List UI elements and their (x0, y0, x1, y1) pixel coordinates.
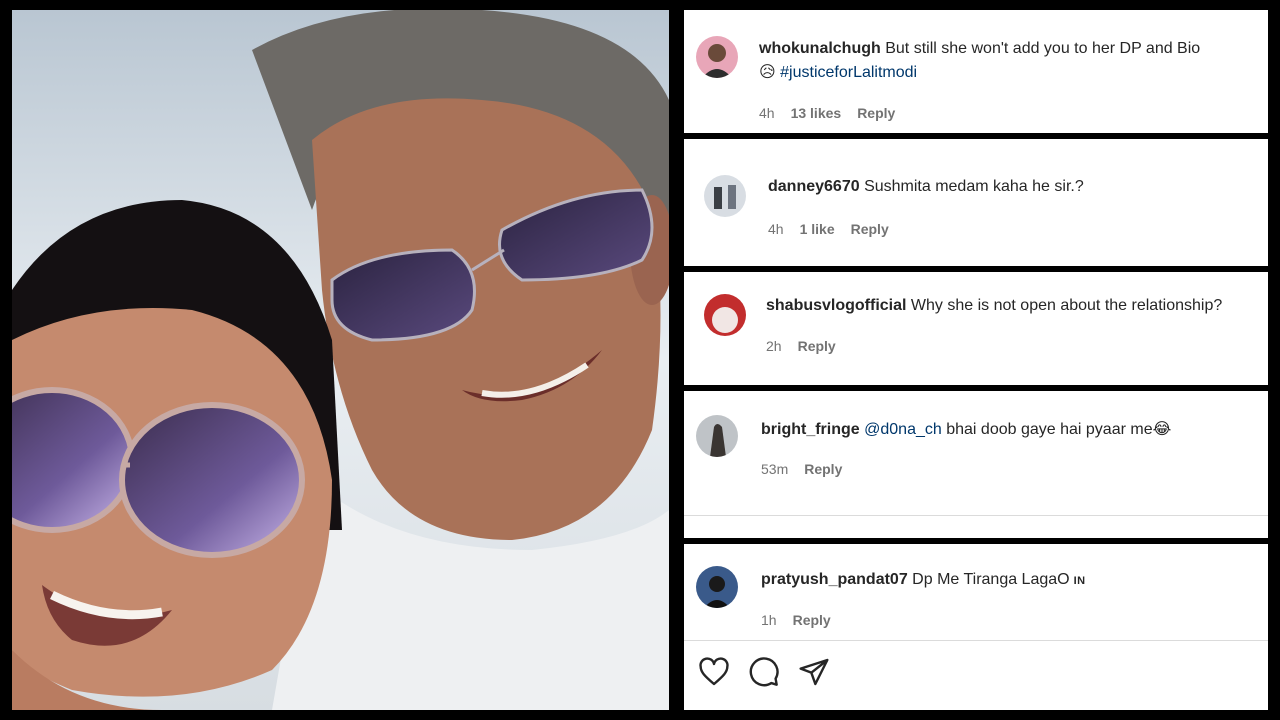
comment-body: But still she won't add you to her DP an… (885, 40, 1201, 57)
sad-emoji-icon: 😥 (759, 62, 776, 81)
avatar[interactable] (704, 175, 746, 217)
comment-body: Why she is not open about the relationsh… (910, 297, 1223, 314)
user-avatar-icon (704, 294, 746, 336)
comment-username[interactable]: bright_fringe (761, 421, 860, 438)
comment-time[interactable]: 2h (766, 338, 782, 354)
user-avatar-icon (704, 175, 746, 217)
comment-card: shabusvlogofficial Why she is not open a… (684, 272, 1268, 385)
comment-username[interactable]: pratyush_pandat07 (761, 571, 908, 588)
comment-time[interactable]: 53m (761, 461, 788, 477)
comment-text: whokunalchugh But still she won't add yo… (759, 37, 1200, 84)
avatar[interactable] (696, 566, 738, 608)
reply-button[interactable]: Reply (793, 612, 831, 628)
comment-body: bhai doob gaye hai pyaar me (946, 421, 1153, 438)
comment-username[interactable]: danney6670 (768, 178, 860, 195)
comment-likes[interactable]: 1 like (800, 221, 835, 237)
hashtag-link[interactable]: #justiceforLalitmodi (780, 64, 917, 81)
reply-button[interactable]: Reply (857, 105, 895, 121)
comment-card: danney6670 Sushmita medam kaha he sir.? … (684, 139, 1268, 266)
comment-likes[interactable]: 13 likes (791, 105, 842, 121)
user-avatar-icon (696, 36, 738, 78)
comment-meta: 1h Reply (761, 612, 831, 628)
comment-icon[interactable] (748, 656, 780, 688)
avatar[interactable] (696, 36, 738, 78)
comment-text: danney6670 Sushmita medam kaha he sir.? (768, 175, 1084, 198)
comment-time[interactable]: 4h (768, 221, 784, 237)
user-avatar-icon (696, 415, 738, 457)
comment-text: shabusvlogofficial Why she is not open a… (766, 294, 1222, 317)
avatar[interactable] (704, 294, 746, 336)
comment-username[interactable]: shabusvlogofficial (766, 297, 906, 314)
reply-button[interactable]: Reply (798, 338, 836, 354)
comment-text: bright_fringe @d0na_ch bhai doob gaye ha… (761, 417, 1171, 441)
comment-meta: 53m Reply (761, 461, 842, 477)
comment-subscript: IN (1073, 575, 1086, 587)
comment-meta: 2h Reply (766, 338, 836, 354)
send-icon[interactable] (798, 656, 830, 688)
comment-time[interactable]: 1h (761, 612, 777, 628)
post-photo (12, 10, 669, 710)
heart-icon[interactable] (698, 656, 730, 688)
comment-username[interactable]: whokunalchugh (759, 40, 881, 57)
avatar[interactable] (696, 415, 738, 457)
divider (684, 515, 1268, 516)
laughing-emoji-icon: 😂 (1152, 419, 1172, 438)
divider (684, 640, 1268, 641)
couple-selfie-image (12, 10, 669, 710)
reply-button[interactable]: Reply (851, 221, 889, 237)
comment-meta: 4h 13 likes Reply (759, 105, 895, 121)
comment-card: whokunalchugh But still she won't add yo… (684, 10, 1268, 133)
post-action-bar (698, 656, 830, 688)
comment-body: Sushmita medam kaha he sir.? (864, 178, 1084, 195)
comment-card: bright_fringe @d0na_ch bhai doob gaye ha… (684, 391, 1268, 538)
comment-card: pratyush_pandat07 Dp Me Tiranga LagaO IN … (684, 544, 1268, 710)
reply-button[interactable]: Reply (804, 461, 842, 477)
comment-body: Dp Me Tiranga LagaO (912, 571, 1070, 588)
user-avatar-icon (696, 566, 738, 608)
comment-time[interactable]: 4h (759, 105, 775, 121)
comment-meta: 4h 1 like Reply (768, 221, 889, 237)
mention-link[interactable]: @d0na_ch (864, 421, 942, 438)
comment-text: pratyush_pandat07 Dp Me Tiranga LagaO IN (761, 568, 1086, 593)
